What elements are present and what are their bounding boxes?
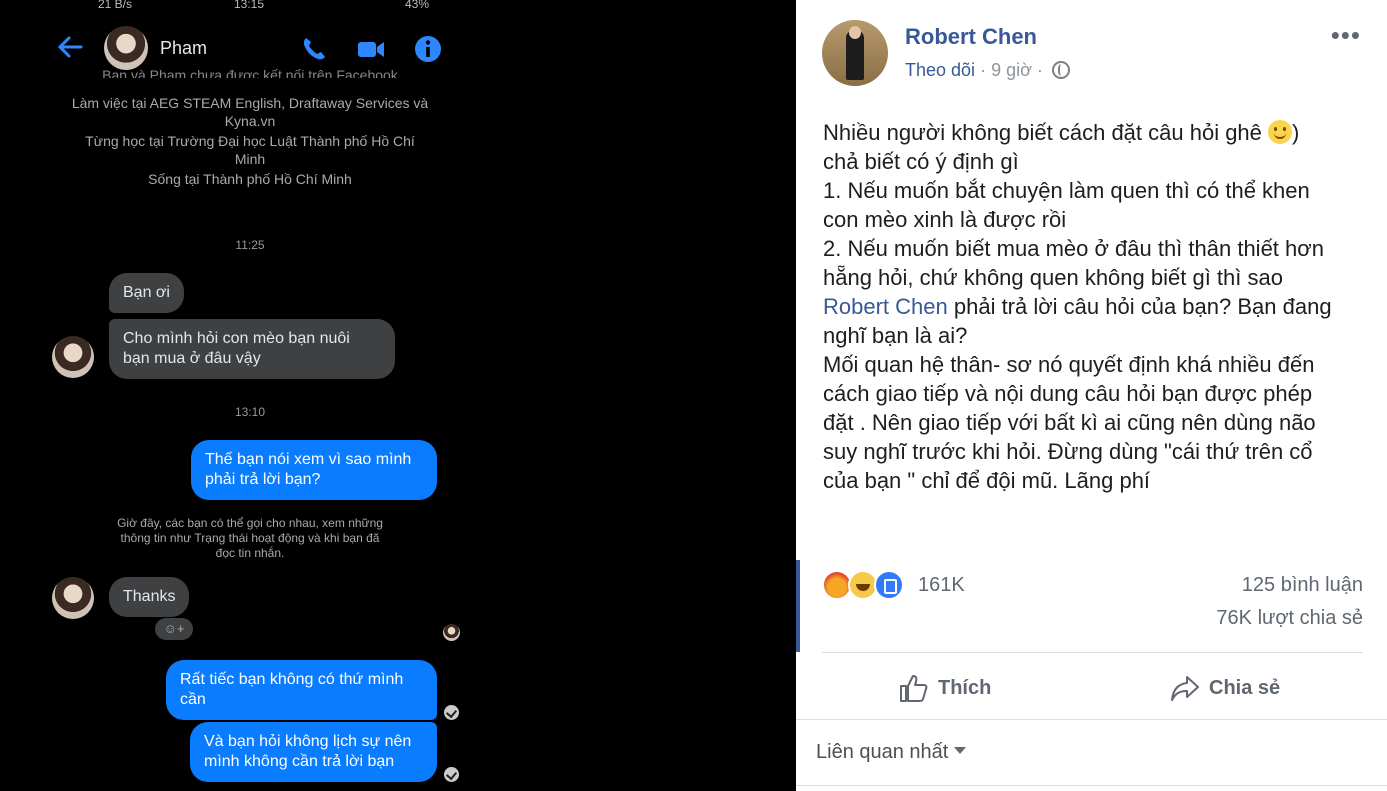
outgoing-message[interactable]: Và bạn hỏi không lịch sự nên mình không … xyxy=(190,722,437,782)
back-arrow-icon[interactable] xyxy=(55,32,85,62)
message-text: Thanks xyxy=(123,588,176,605)
timestamp: 13:10 xyxy=(234,405,266,419)
comment-count[interactable]: 125 bình luận xyxy=(1242,574,1363,597)
share-label: Chia sẻ xyxy=(1209,676,1281,699)
profile-study: Từng học tại Trường Đại học Luật Thành p… xyxy=(85,133,415,149)
share-count[interactable]: 76K lượt chia sẻ xyxy=(1216,607,1363,630)
battery-level: 43% xyxy=(405,0,430,11)
share-button[interactable]: Chia sẻ xyxy=(1169,668,1280,708)
post-line-text: ) xyxy=(1292,120,1300,145)
system-notice-line: thông tin như Trạng thái hoạt động và kh… xyxy=(120,531,380,545)
follow-link[interactable]: Theo dõi xyxy=(905,60,975,80)
like-reaction-icon xyxy=(874,570,904,600)
contact-name[interactable]: Pham xyxy=(160,38,207,59)
delivered-check-icon xyxy=(444,767,459,782)
outgoing-message[interactable]: Thế bạn nói xem vì sao mình phải trả lời… xyxy=(191,440,437,500)
divider xyxy=(796,785,1387,786)
profile-work: Làm việc tại AEG STEAM English, Draftawa… xyxy=(71,95,429,111)
comment-sort-dropdown[interactable]: Liên quan nhất xyxy=(816,741,967,764)
system-notice-line: Giờ đây, các bạn có thể gọi cho nhau, xe… xyxy=(117,516,383,530)
divider xyxy=(822,652,1363,653)
post-line: 1. Nếu muốn bắt chuyện làm quen thì có t… xyxy=(823,178,1310,203)
message-text: cần xyxy=(180,691,206,708)
post-line: chả biết có ý định gì xyxy=(823,149,1019,174)
incoming-message[interactable]: Thanks xyxy=(109,577,190,617)
more-options-icon[interactable]: ••• xyxy=(1331,20,1361,51)
post-line: Nhiều người không biết cách đặt câu hỏi … xyxy=(823,118,1368,147)
info-icon[interactable] xyxy=(413,34,443,64)
post-line: Mối quan hệ thân- sơ nó quyết định khá n… xyxy=(823,352,1315,377)
system-notice-line: đọc tin nhắn. xyxy=(215,546,285,560)
outgoing-message[interactable]: Rất tiếc bạn không có thứ mình cần xyxy=(166,660,437,720)
message-text: Cho mình hỏi con mèo bạn nuôi xyxy=(123,330,350,347)
facebook-post: Robert Chen Theo dõi · 9 giờ · ••• Nhiều… xyxy=(796,0,1387,791)
accent-bar xyxy=(796,560,800,652)
post-line: hẵng hỏi, chứ không quen không biết gì t… xyxy=(823,265,1283,290)
mention-link[interactable]: Robert Chen xyxy=(823,294,948,319)
profile-connection-line: Bạn và Pham chưa được kết nối trên Faceb… xyxy=(102,67,398,78)
post-line: của bạn " chỉ để đội mũ. Lãng phí xyxy=(823,468,1151,493)
divider xyxy=(796,719,1387,720)
profile-work-cont: Kyna.vn xyxy=(224,113,276,129)
video-camera-icon[interactable] xyxy=(356,34,386,64)
incoming-message[interactable]: Bạn ơi xyxy=(109,273,184,313)
add-reaction-button[interactable]: ☺+ xyxy=(155,618,193,640)
post-line: Robert Chen phải trả lời câu hỏi của bạn… xyxy=(823,292,1368,321)
avatar-head xyxy=(849,26,861,39)
screenshot-root: 21 B/s 13:15 43% Pham Bạn và Pham chưa đ… xyxy=(0,0,1387,791)
post-line-text: Nhiều người không biết cách đặt câu hỏi … xyxy=(823,120,1269,145)
network-speed: 21 B/s xyxy=(98,0,133,11)
author-name[interactable]: Robert Chen xyxy=(905,24,1037,50)
status-bar: 21 B/s 13:15 43% xyxy=(0,0,500,12)
read-receipt-avatar xyxy=(443,624,460,641)
messenger-panel: 21 B/s 13:15 43% Pham Bạn và Pham chưa đ… xyxy=(0,0,500,791)
message-text: Bạn ơi xyxy=(123,284,170,301)
like-label: Thích xyxy=(938,676,992,699)
message-text: Rất tiếc bạn không có thứ mình xyxy=(180,671,404,688)
timestamp: 11:25 xyxy=(235,238,265,252)
globe-icon xyxy=(1051,61,1070,79)
message-text: bạn mua ở đâu vậy xyxy=(123,350,261,367)
profile-lives: Sống tại Thành phố Hồ Chí Minh xyxy=(148,171,352,187)
post-meta: Theo dõi · 9 giờ · xyxy=(905,60,1070,81)
thumbs-up-icon xyxy=(900,675,928,702)
post-line: 2. Nếu muốn biết mua mèo ở đâu thì thân … xyxy=(823,236,1324,261)
reaction-count[interactable]: 161K xyxy=(918,574,965,597)
incoming-message[interactable]: Cho mình hỏi con mèo bạn nuôi bạn mua ở … xyxy=(109,319,395,379)
post-line: suy nghĩ trước khi hỏi. Đừng dùng "cái t… xyxy=(823,439,1313,464)
message-text: phải trả lời bạn? xyxy=(205,471,321,488)
post-line: đặt . Nên giao tiếp với bất kì ai cũng n… xyxy=(823,410,1316,435)
contact-avatar[interactable] xyxy=(52,577,94,619)
message-text: Và bạn hỏi không lịch sự nên xyxy=(204,733,412,750)
clock: 13:15 xyxy=(234,0,265,11)
caret-down-icon xyxy=(954,747,967,754)
message-text: mình không cần trả lời bạn xyxy=(204,753,395,770)
profile-study-cont: Minh xyxy=(234,151,266,167)
smiley-emoji-icon xyxy=(1268,120,1293,144)
contact-avatar[interactable] xyxy=(104,26,148,70)
post-line: nghĩ bạn là ai? xyxy=(823,323,968,348)
post-line: con mèo xinh là được rồi xyxy=(823,207,1067,232)
message-text: Thế bạn nói xem vì sao mình xyxy=(205,451,412,468)
delivered-check-icon xyxy=(444,705,459,720)
post-line: cách giao tiếp và nội dung câu hỏi bạn đ… xyxy=(823,381,1313,406)
contact-avatar[interactable] xyxy=(52,336,94,378)
sort-label: Liên quan nhất xyxy=(816,741,949,763)
share-arrow-icon xyxy=(1171,676,1199,701)
post-line-text: phải trả lời câu hỏi của bạn? Bạn đang xyxy=(947,294,1332,319)
author-avatar[interactable] xyxy=(822,20,888,86)
post-text: Nhiều người không biết cách đặt câu hỏi … xyxy=(823,118,1368,495)
like-button[interactable]: Thích xyxy=(898,668,991,708)
post-time[interactable]: · 9 giờ · xyxy=(980,60,1043,80)
phone-icon[interactable] xyxy=(299,34,329,64)
